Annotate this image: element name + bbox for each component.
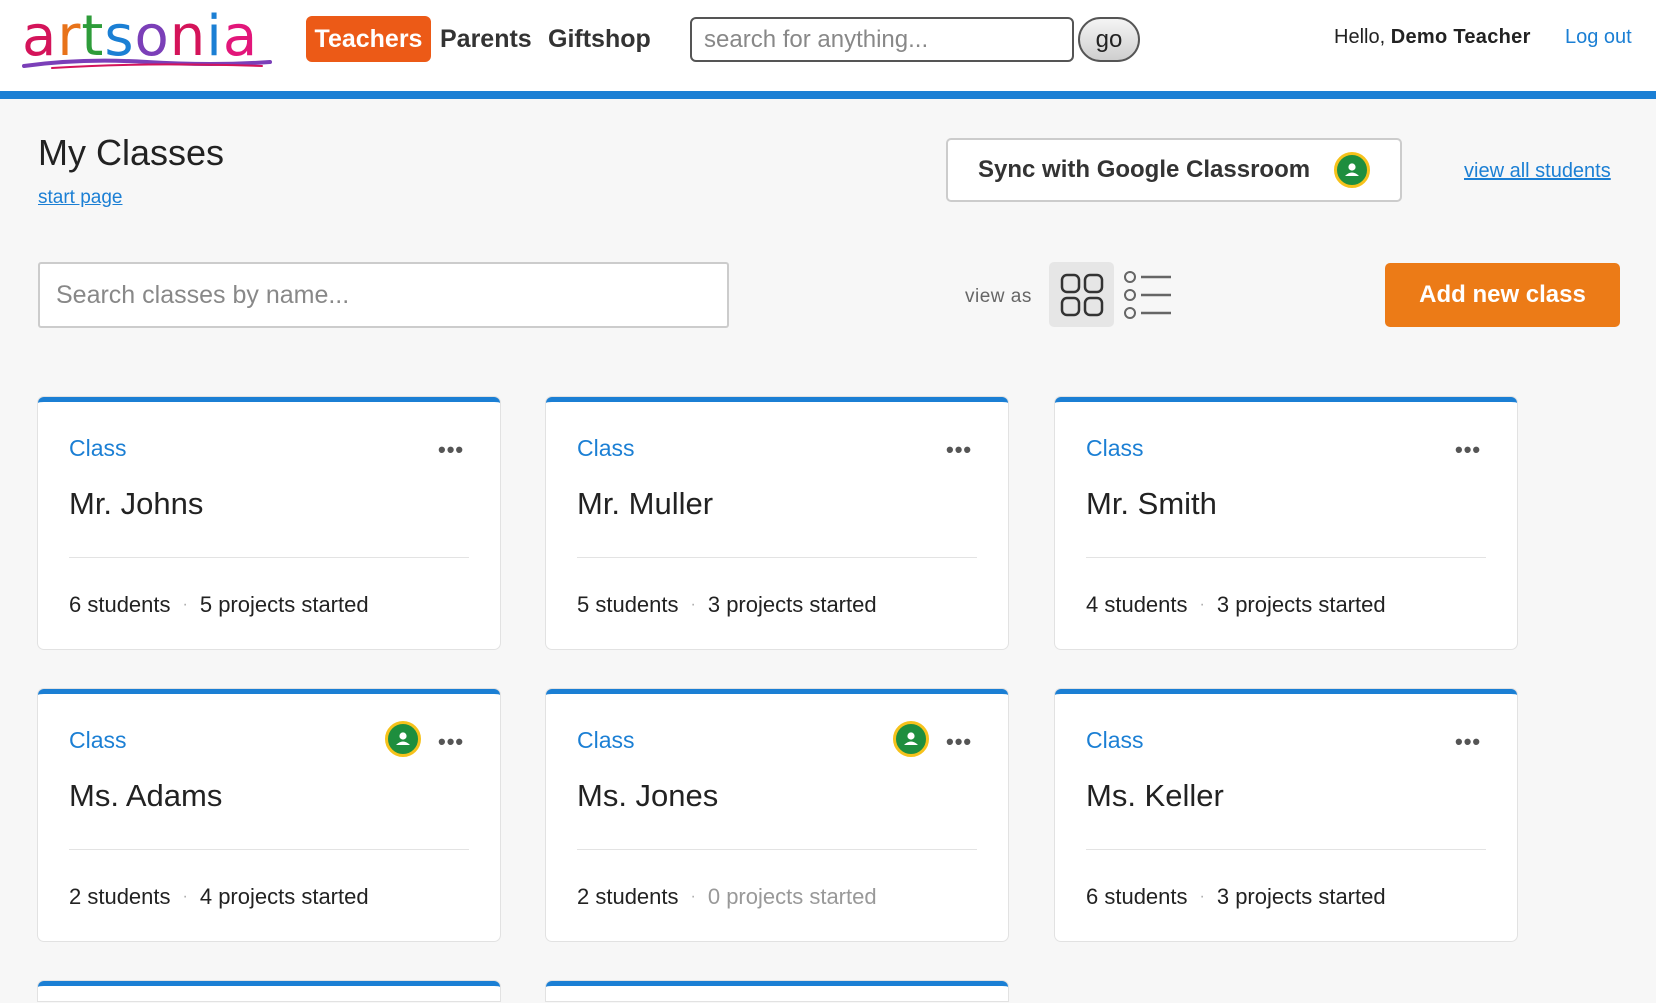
class-stats: 6 students · 5 projects started	[69, 592, 369, 618]
card-divider	[1086, 557, 1486, 558]
class-stats: 2 students · 0 projects started	[577, 884, 877, 910]
logout-link[interactable]: Log out	[1565, 26, 1632, 49]
class-card[interactable]: Class ••• Ms. Keller 6 students · 3 proj…	[1055, 689, 1517, 941]
class-name[interactable]: Mr. Smith	[1086, 486, 1217, 522]
separator-dot: ·	[182, 888, 188, 905]
add-new-class-button[interactable]: Add new class	[1385, 263, 1620, 327]
card-divider	[577, 849, 977, 850]
class-card[interactable]: Class ••• Mr. Muller 5 students · 3 proj…	[546, 397, 1008, 649]
logo-swoosh-icon	[22, 58, 272, 69]
student-count: 2 students	[69, 884, 171, 909]
card-divider	[577, 557, 977, 558]
class-stats: 4 students · 3 projects started	[1086, 592, 1386, 618]
view-as-label: view as	[965, 286, 1032, 307]
card-divider	[1086, 849, 1486, 850]
top-header: artsonia Teachers Parents Giftshop go He…	[0, 0, 1656, 92]
grid-view-icon	[1060, 273, 1103, 316]
class-stats: 2 students · 4 projects started	[69, 884, 369, 910]
class-type-label: Class	[1086, 435, 1144, 461]
class-name[interactable]: Ms. Keller	[1086, 778, 1224, 814]
project-count: 3 projects started	[1216, 592, 1386, 617]
more-options-icon[interactable]: •••	[946, 731, 972, 753]
greeting-text: Hello,	[1334, 26, 1386, 48]
class-type-label: Class	[69, 727, 127, 753]
class-type-label: Class	[577, 727, 635, 753]
class-card[interactable]: Class ••• Ms. Jones 2 students · 0 proje…	[546, 689, 1008, 941]
user-name: Demo Teacher	[1390, 26, 1531, 48]
card-divider	[69, 849, 469, 850]
class-stats: 5 students · 3 projects started	[577, 592, 877, 618]
nav-teachers-tab[interactable]: Teachers	[306, 16, 431, 62]
class-search-input[interactable]	[38, 262, 729, 328]
sync-google-classroom-button[interactable]: Sync with Google Classroom	[946, 138, 1402, 202]
class-name[interactable]: Mr. Muller	[577, 486, 713, 522]
student-count: 4 students	[1086, 592, 1188, 617]
separator-dot: ·	[182, 596, 188, 613]
class-type-label: Class	[69, 435, 127, 461]
go-button[interactable]: go	[1078, 17, 1140, 62]
start-page-link[interactable]: start page	[38, 187, 123, 209]
class-card[interactable]: Class ••• Mr. Johns 6 students · 5 proje…	[38, 397, 500, 649]
student-count: 6 students	[1086, 884, 1188, 909]
nav-parents-link[interactable]: Parents	[440, 16, 532, 62]
view-all-students-link[interactable]: view all students	[1464, 160, 1611, 183]
global-search-input[interactable]	[690, 17, 1074, 62]
header-accent-bar	[0, 91, 1656, 99]
class-card-partial[interactable]	[546, 981, 1008, 1001]
project-count: 0 projects started	[707, 884, 877, 909]
google-classroom-icon	[893, 721, 929, 757]
more-options-icon[interactable]: •••	[946, 439, 972, 461]
class-card[interactable]: Class ••• Ms. Adams 2 students · 4 proje…	[38, 689, 500, 941]
class-type-label: Class	[577, 435, 635, 461]
separator-dot: ·	[690, 888, 696, 905]
project-count: 4 projects started	[199, 884, 369, 909]
class-card-partial[interactable]	[38, 981, 500, 1001]
project-count: 3 projects started	[1216, 884, 1386, 909]
class-name[interactable]: Ms. Adams	[69, 778, 222, 814]
class-type-label: Class	[1086, 727, 1144, 753]
class-name[interactable]: Mr. Johns	[69, 486, 203, 522]
student-count: 6 students	[69, 592, 171, 617]
separator-dot: ·	[690, 596, 696, 613]
sync-button-label: Sync with Google Classroom	[978, 156, 1311, 183]
grid-view-toggle[interactable]	[1049, 262, 1114, 327]
google-classroom-icon	[1334, 152, 1370, 188]
list-view-icon	[1124, 271, 1171, 319]
artsonia-logo[interactable]: artsonia	[22, 2, 272, 72]
user-greeting: Hello, Demo Teacher	[1334, 26, 1531, 49]
separator-dot: ·	[1199, 596, 1205, 613]
more-options-icon[interactable]: •••	[1455, 731, 1481, 753]
more-options-icon[interactable]: •••	[1455, 439, 1481, 461]
class-card[interactable]: Class ••• Mr. Smith 4 students · 3 proje…	[1055, 397, 1517, 649]
project-count: 3 projects started	[707, 592, 877, 617]
nav-giftshop-link[interactable]: Giftshop	[548, 16, 651, 62]
card-divider	[69, 557, 469, 558]
google-classroom-icon	[385, 721, 421, 757]
more-options-icon[interactable]: •••	[438, 731, 464, 753]
separator-dot: ·	[1199, 888, 1205, 905]
more-options-icon[interactable]: •••	[438, 439, 464, 461]
class-name[interactable]: Ms. Jones	[577, 778, 718, 814]
student-count: 5 students	[577, 592, 679, 617]
project-count: 5 projects started	[199, 592, 369, 617]
page-title: My Classes	[38, 132, 225, 173]
class-stats: 6 students · 3 projects started	[1086, 884, 1386, 910]
list-view-toggle[interactable]	[1120, 266, 1176, 324]
student-count: 2 students	[577, 884, 679, 909]
